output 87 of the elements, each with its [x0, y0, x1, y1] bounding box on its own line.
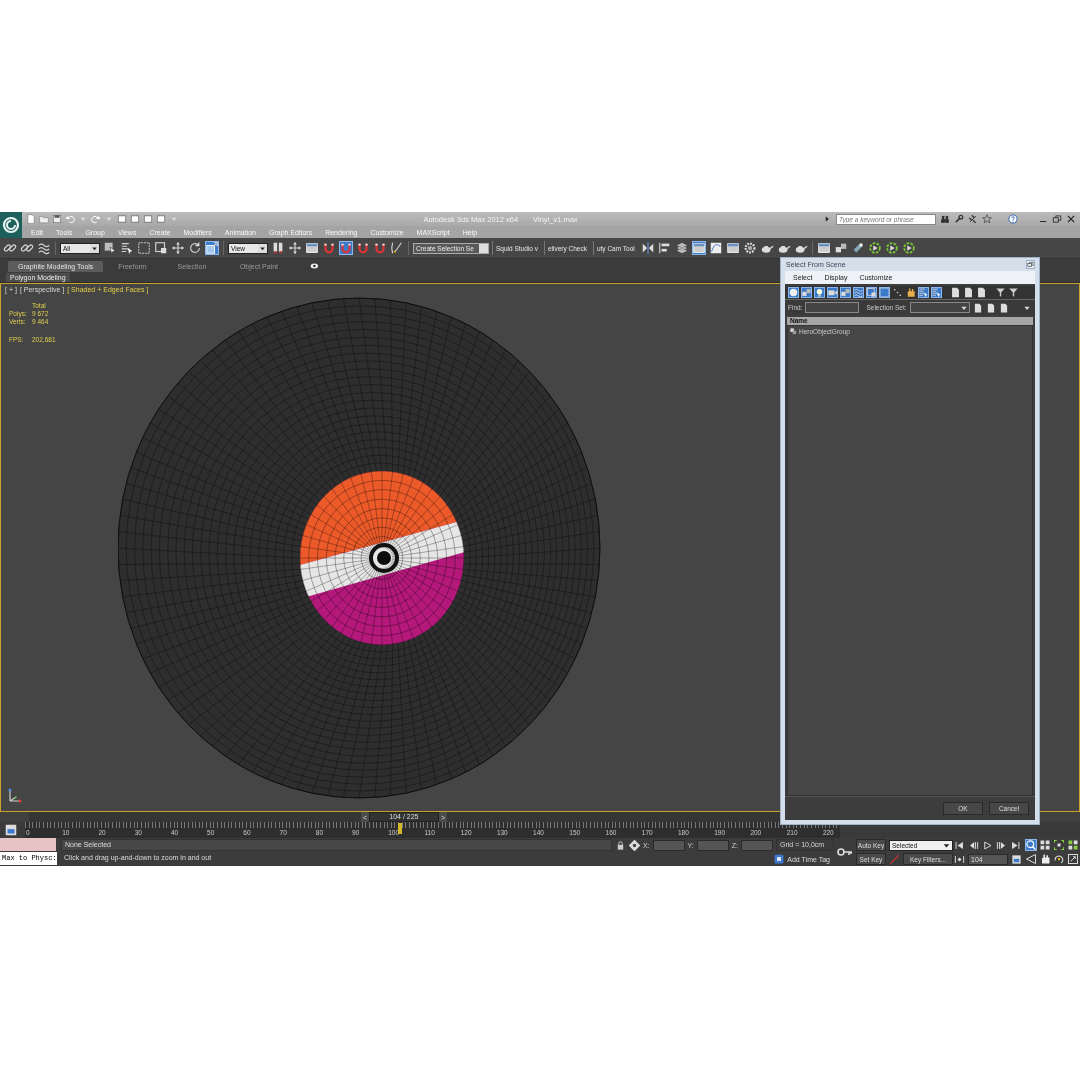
select-cursor-icon[interactable]	[103, 241, 117, 255]
window-icon[interactable]	[691, 241, 706, 255]
gear-icon[interactable]	[742, 241, 757, 255]
layers-icon[interactable]	[674, 241, 689, 255]
list-icon[interactable]	[120, 241, 134, 255]
new-file-icon[interactable]	[26, 214, 36, 224]
document-icon[interactable]	[950, 287, 961, 298]
document-icon[interactable]	[985, 302, 996, 313]
play-icon[interactable]	[982, 839, 993, 851]
document-icon[interactable]	[998, 302, 1009, 313]
save-icon[interactable]	[52, 214, 62, 224]
axis-tripod-icon	[7, 787, 23, 803]
cubes-icon[interactable]	[840, 287, 851, 298]
zoom-icon[interactable]	[1025, 839, 1037, 851]
sphere-icon[interactable]	[788, 287, 799, 298]
orbit-icon[interactable]	[1053, 853, 1065, 865]
binoculars-icon[interactable]	[940, 214, 950, 224]
window-icon[interactable]	[305, 241, 319, 255]
wrench-icon[interactable]	[954, 214, 964, 224]
magnet-icon[interactable]	[373, 241, 387, 255]
x-coordinate-field[interactable]	[652, 839, 685, 851]
zoom-extents-icon[interactable]	[1053, 839, 1065, 851]
zoom-all-icon[interactable]	[1039, 839, 1051, 851]
caret-icon[interactable]	[90, 243, 99, 253]
go-to-end-icon[interactable]	[1010, 839, 1021, 851]
z-coordinate-field[interactable]	[741, 839, 773, 851]
dashed-square-icon[interactable]	[137, 241, 151, 255]
keyframe-play-icon[interactable]	[901, 241, 916, 255]
maximize-icon[interactable]	[1067, 853, 1079, 865]
filter-icon[interactable]	[995, 287, 1006, 298]
previous-frame-icon[interactable]	[968, 839, 979, 851]
caret-icon[interactable]	[258, 243, 267, 253]
move-icon[interactable]	[171, 241, 185, 255]
curve-graph-icon[interactable]	[708, 241, 723, 255]
current-frame-marker[interactable]	[397, 823, 402, 834]
document-icon[interactable]	[972, 302, 983, 313]
magnet-icon[interactable]	[356, 241, 370, 255]
dots-icon[interactable]	[892, 287, 903, 298]
mirror-icon[interactable]	[640, 241, 655, 255]
time-config-icon[interactable]	[4, 823, 18, 837]
keyframe-play-icon[interactable]	[884, 241, 899, 255]
time-tag-icon[interactable]	[774, 854, 785, 864]
find-field[interactable]	[805, 302, 860, 313]
pen-icon[interactable]	[390, 241, 404, 255]
transform-mode-icon[interactable]	[628, 839, 640, 851]
document-icon[interactable]	[963, 287, 974, 298]
cubes-icon[interactable]	[833, 241, 848, 255]
app-logo-icon[interactable]	[0, 212, 22, 238]
filter-icon[interactable]	[1008, 287, 1019, 298]
star-icon[interactable]	[982, 214, 992, 224]
satellite-icon[interactable]	[968, 214, 978, 224]
y-coordinate-field[interactable]	[696, 839, 729, 851]
key-mode-icon[interactable]	[954, 853, 965, 865]
scale-icon[interactable]	[205, 241, 219, 255]
link-icon[interactable]	[3, 241, 17, 255]
time-config-icon[interactable]	[1011, 853, 1022, 865]
zoom-extents-all-icon[interactable]	[1067, 839, 1079, 851]
pivot-icon[interactable]	[271, 241, 285, 255]
script-input-field[interactable]	[0, 838, 56, 851]
magnet-icon[interactable]	[322, 241, 336, 255]
list-icon[interactable]	[918, 287, 929, 298]
magnet-icon[interactable]	[339, 241, 353, 255]
restore-icon[interactable]	[1026, 260, 1035, 269]
camera-icon[interactable]	[827, 287, 838, 298]
group-icon[interactable]	[790, 327, 797, 335]
window-crossing-icon[interactable]	[154, 241, 168, 255]
go-to-start-icon[interactable]	[954, 839, 965, 851]
help-icon[interactable]	[1008, 214, 1018, 224]
window-icon[interactable]	[816, 241, 831, 255]
rotate-icon[interactable]	[188, 241, 202, 255]
hand-icon[interactable]	[905, 287, 916, 298]
move-icon[interactable]	[288, 241, 302, 255]
link-icon[interactable]	[20, 241, 34, 255]
next-frame-icon[interactable]	[996, 839, 1007, 851]
cubes-icon[interactable]	[801, 287, 812, 298]
restore-icon[interactable]	[1052, 214, 1062, 224]
field-of-view-icon[interactable]	[1025, 853, 1037, 865]
align-icon[interactable]	[657, 241, 672, 255]
keyframe-play-icon[interactable]	[867, 241, 882, 255]
close-icon[interactable]	[1066, 214, 1076, 224]
list-icon[interactable]	[931, 287, 942, 298]
window-crossing-icon[interactable]	[866, 287, 877, 298]
document-icon[interactable]	[976, 287, 987, 298]
light-bulb-icon[interactable]	[814, 287, 825, 298]
window-icon[interactable]	[725, 241, 740, 255]
pan-icon[interactable]	[1039, 853, 1051, 865]
wave-icon[interactable]	[37, 241, 51, 255]
